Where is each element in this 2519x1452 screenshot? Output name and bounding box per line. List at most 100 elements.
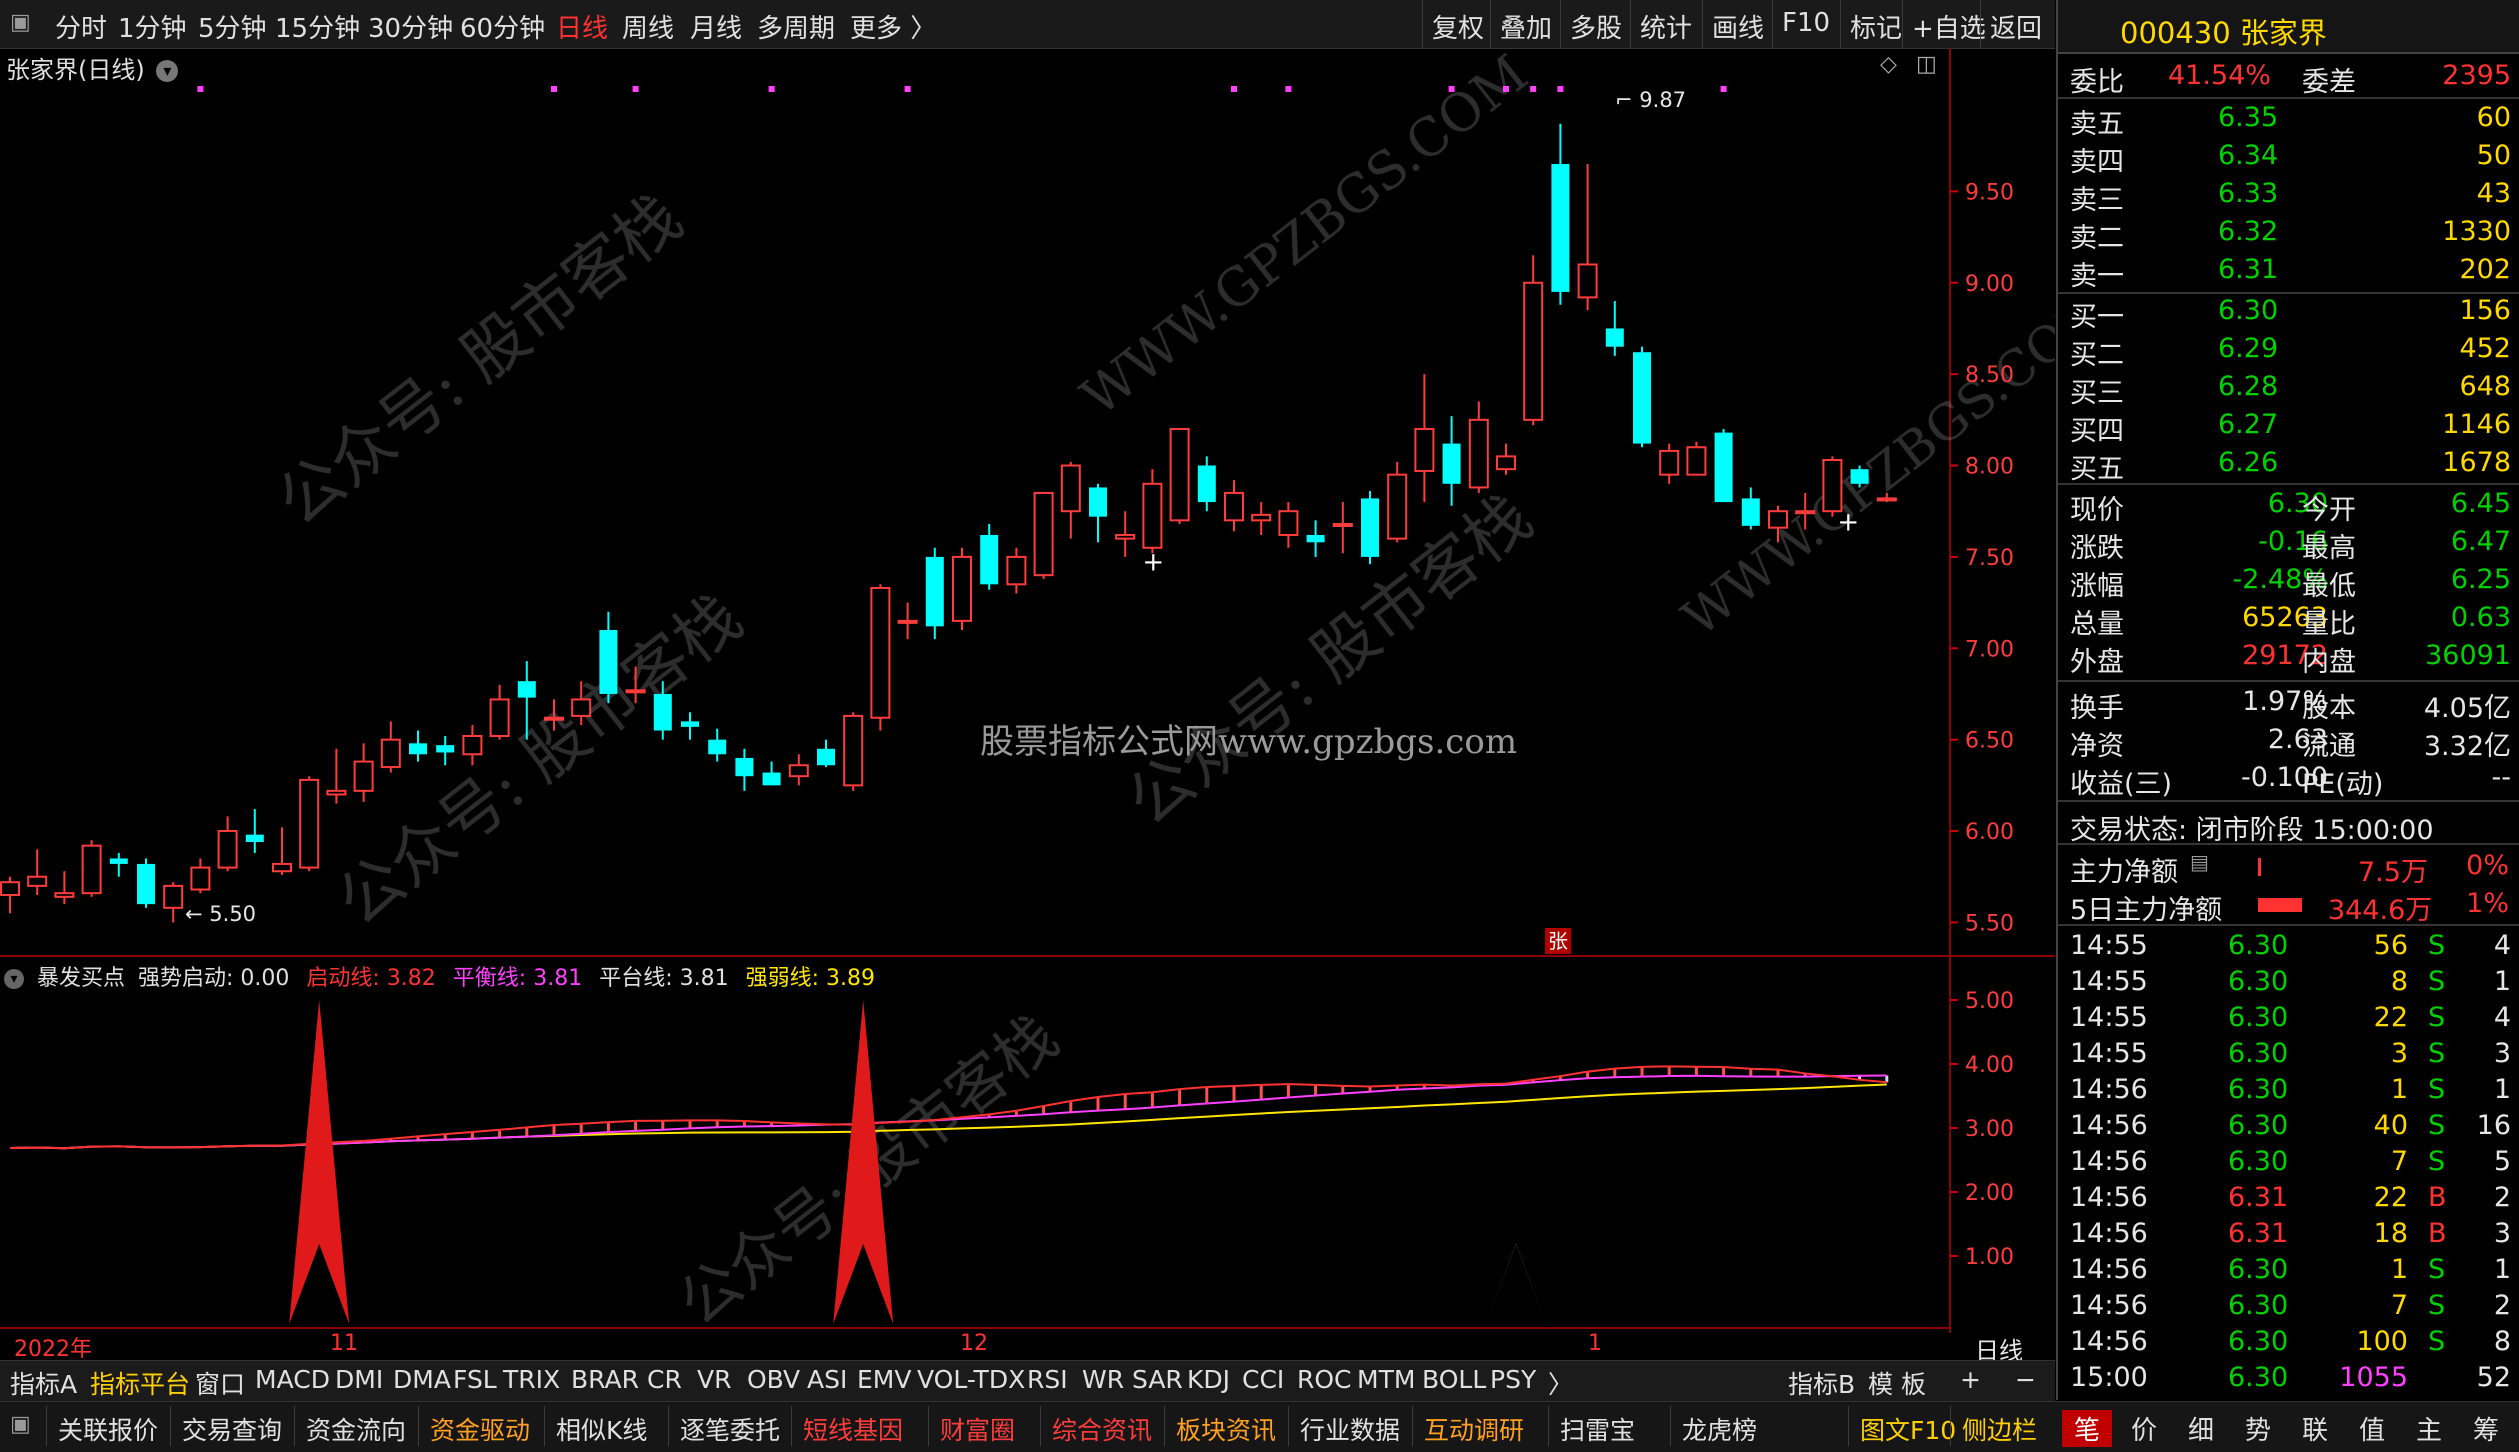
toolbar-button[interactable]: 返回: [1990, 8, 2042, 45]
indicator-tab[interactable]: 窗口: [195, 1365, 245, 1401]
indicator-tab[interactable]: MTM: [1357, 1365, 1415, 1394]
candle-body: [925, 556, 944, 627]
period-tab[interactable]: 5分钟: [198, 8, 267, 45]
start-spike: [1486, 1243, 1546, 1324]
indicator-tab[interactable]: BRAR: [571, 1365, 639, 1394]
panel-tab[interactable]: 联: [2290, 1410, 2340, 1447]
bottom-button[interactable]: 扫雷宝: [1560, 1411, 1635, 1447]
period-tab[interactable]: 30分钟: [368, 8, 453, 45]
bottom-divider: [791, 1406, 792, 1446]
period-tab[interactable]: 月线: [690, 8, 742, 45]
bid-row[interactable]: 买二 6.29 452: [2058, 331, 2519, 371]
panel-tab[interactable]: 势: [2233, 1410, 2283, 1447]
period-tab[interactable]: 日线: [556, 8, 608, 45]
indicator-tab[interactable]: 〉: [1548, 1365, 1573, 1401]
panel-tab[interactable]: 筹: [2461, 1410, 2511, 1447]
indicator-tab[interactable]: CCI: [1242, 1365, 1284, 1394]
ask-row[interactable]: 卖三 6.33 43: [2058, 176, 2519, 216]
bottom-button[interactable]: 相似K线: [556, 1411, 647, 1447]
indicator-tab[interactable]: WR: [1082, 1365, 1124, 1394]
indicator-tab-right[interactable]: 模 板: [1868, 1365, 1926, 1401]
indicator-tab[interactable]: RSI: [1027, 1365, 1068, 1394]
indicator-tab[interactable]: 指标平台: [90, 1365, 190, 1401]
diamond-icon[interactable]: ◇: [1880, 52, 1897, 77]
bottom-button[interactable]: 行业数据: [1300, 1411, 1400, 1447]
panel-tab[interactable]: 笔: [2062, 1410, 2113, 1447]
kline-chart[interactable]: 公众号: 股市客栈 WWW.GPZBGS.COM公众号: 股市客栈 公众号: 股市客…: [0, 48, 2055, 1333]
panel-tab[interactable]: 主: [2404, 1410, 2454, 1447]
period-tab[interactable]: 多周期: [757, 8, 835, 45]
indicator-tab[interactable]: SAR: [1132, 1365, 1183, 1394]
period-tab[interactable]: 分时: [55, 8, 107, 45]
toolbar-button[interactable]: 多股: [1570, 8, 1622, 45]
indicator-tab[interactable]: BOLL: [1422, 1365, 1486, 1394]
bid-row[interactable]: 买三 6.28 648: [2058, 369, 2519, 409]
indicator-tab[interactable]: ROC: [1297, 1365, 1352, 1394]
table-icon[interactable]: ▤: [2190, 850, 2209, 874]
bid-row[interactable]: 买一 6.30 156: [2058, 293, 2519, 333]
tick-count: 52: [2476, 1362, 2511, 1393]
chevron-down-icon[interactable]: ▾: [4, 969, 24, 989]
indicator-tab-right[interactable]: +: [1960, 1365, 1981, 1394]
indicator-tab[interactable]: MACD: [255, 1365, 330, 1394]
indicator-tab[interactable]: VR: [697, 1365, 731, 1394]
indicator-tab-right[interactable]: −: [2015, 1365, 2036, 1394]
menu-icon[interactable]: ▣: [10, 10, 31, 35]
bottom-button[interactable]: 交易查询: [182, 1411, 282, 1447]
indicator-tab[interactable]: ASI: [807, 1365, 847, 1394]
toolbar-button[interactable]: 叠加: [1500, 8, 1552, 45]
menu-icon[interactable]: ▣: [10, 1412, 31, 1437]
toolbar-button[interactable]: 复权: [1432, 8, 1484, 45]
bottom-button[interactable]: 资金流向: [306, 1411, 406, 1447]
panel-tab[interactable]: 值: [2347, 1410, 2397, 1447]
ask-row[interactable]: 卖五 6.35 60: [2058, 100, 2519, 140]
bottom-button[interactable]: 龙虎榜: [1682, 1411, 1757, 1447]
indicator-tab[interactable]: OBV: [747, 1365, 800, 1394]
period-tab[interactable]: 60分钟: [460, 8, 545, 45]
period-tab[interactable]: 周线: [622, 8, 674, 45]
period-tab[interactable]: 1分钟: [118, 8, 187, 45]
bottom-button[interactable]: 逐笔委托: [680, 1411, 780, 1447]
indicator-tab[interactable]: FSL: [453, 1365, 497, 1394]
bottom-button[interactable]: 资金驱动: [430, 1411, 530, 1447]
period-tab[interactable]: 更多 〉: [850, 8, 936, 45]
indicator-tab[interactable]: KDJ: [1187, 1365, 1230, 1394]
ask-row[interactable]: 卖一 6.31 202: [2058, 252, 2519, 292]
toolbar-divider: [1840, 0, 1841, 48]
toolbar-button[interactable]: F10: [1782, 8, 1830, 38]
period-tab[interactable]: 15分钟: [275, 8, 360, 45]
ask-row[interactable]: 卖二 6.32 1330: [2058, 214, 2519, 254]
bottom-button[interactable]: 侧边栏: [1962, 1411, 2037, 1447]
candle-body: [1496, 455, 1516, 471]
indicator-tab[interactable]: CR: [647, 1365, 682, 1394]
bid-row[interactable]: 买五 6.26 1678: [2058, 445, 2519, 485]
bottom-button[interactable]: 互动调研: [1424, 1411, 1524, 1447]
indicator-tab[interactable]: 指标A: [10, 1365, 77, 1401]
toolbar-button[interactable]: 画线: [1712, 8, 1764, 45]
indicator-tab[interactable]: DMA: [393, 1365, 451, 1394]
bottom-button[interactable]: 综合资讯: [1052, 1411, 1152, 1447]
toolbar-button[interactable]: +自选: [1912, 8, 1986, 45]
toolbar-button[interactable]: 标记: [1850, 8, 1902, 45]
indicator-tab[interactable]: EMV: [857, 1365, 911, 1394]
indicator-tab[interactable]: DMI: [335, 1365, 383, 1394]
toolbar-button[interactable]: 统计: [1640, 8, 1692, 45]
layout-icon[interactable]: ◫: [1916, 52, 1937, 77]
indicator-tab-right[interactable]: 指标B: [1788, 1365, 1855, 1401]
bottom-button[interactable]: 板块资讯: [1176, 1411, 1276, 1447]
candle-body: [163, 884, 184, 909]
bottom-button[interactable]: 短线基因: [803, 1411, 903, 1447]
indicator-tab[interactable]: TRIX: [503, 1365, 560, 1394]
ask-row[interactable]: 卖四 6.34 50: [2058, 138, 2519, 178]
indicator-tab[interactable]: PSY: [1490, 1365, 1536, 1394]
bottom-button[interactable]: 图文F10: [1860, 1411, 1956, 1447]
panel-tab[interactable]: 价: [2119, 1410, 2169, 1447]
indicator-tab[interactable]: VOL-TDX: [917, 1365, 1025, 1394]
bid-row[interactable]: 买四 6.27 1146: [2058, 407, 2519, 447]
panel-tab[interactable]: 细: [2176, 1410, 2226, 1447]
chevron-down-icon[interactable]: ▾: [156, 60, 179, 82]
candle: [980, 524, 999, 590]
tick-volume: 100: [2356, 1326, 2408, 1357]
bottom-button[interactable]: 财富圈: [940, 1411, 1015, 1447]
bottom-button[interactable]: 关联报价: [58, 1411, 158, 1447]
